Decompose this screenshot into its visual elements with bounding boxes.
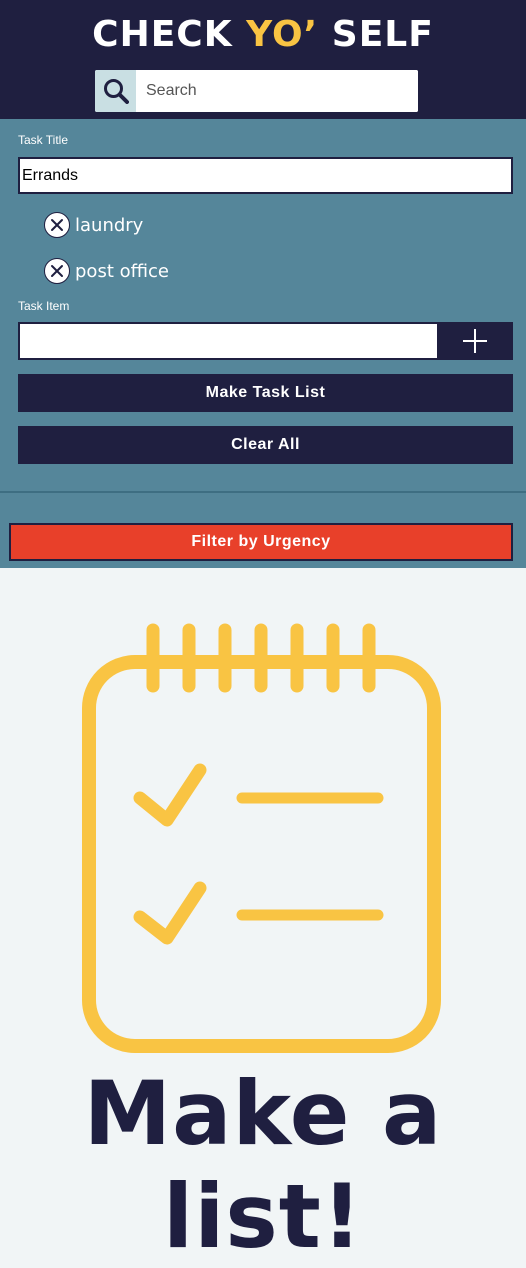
task-title-input[interactable] <box>18 157 513 194</box>
task-item-label: Task Item <box>18 299 70 313</box>
task-item-row: post office <box>44 257 169 285</box>
title-accent: YO’ <box>246 14 319 55</box>
close-circle-icon <box>51 219 63 231</box>
task-item-text: post office <box>75 260 169 282</box>
title-part2: SELF <box>318 14 434 55</box>
search-bar <box>95 70 418 112</box>
clear-all-button[interactable]: Clear All <box>18 426 513 464</box>
task-title-label: Task Title <box>18 133 69 147</box>
notepad-checklist-icon <box>82 623 441 1053</box>
plus-icon <box>463 329 487 353</box>
task-item-row: laundry <box>44 211 143 239</box>
task-item-text: laundry <box>75 214 144 236</box>
search-icon <box>103 79 129 104</box>
filter-by-urgency-button[interactable]: Filter by Urgency <box>9 523 513 561</box>
search-input[interactable] <box>136 70 418 112</box>
remove-item-button[interactable] <box>44 258 70 284</box>
close-circle-icon <box>51 265 63 277</box>
app-header: CHECK YO’ SELF <box>0 0 526 119</box>
empty-state-message: Make a list! <box>83 1062 443 1268</box>
title-part1: CHECK <box>92 14 247 55</box>
make-task-list-button[interactable]: Make Task List <box>18 374 513 412</box>
app-title: CHECK YO’ SELF <box>0 14 526 55</box>
task-item-input[interactable] <box>18 322 438 360</box>
add-item-button[interactable] <box>437 322 513 360</box>
remove-item-button[interactable] <box>44 212 70 238</box>
search-button[interactable] <box>95 70 136 112</box>
